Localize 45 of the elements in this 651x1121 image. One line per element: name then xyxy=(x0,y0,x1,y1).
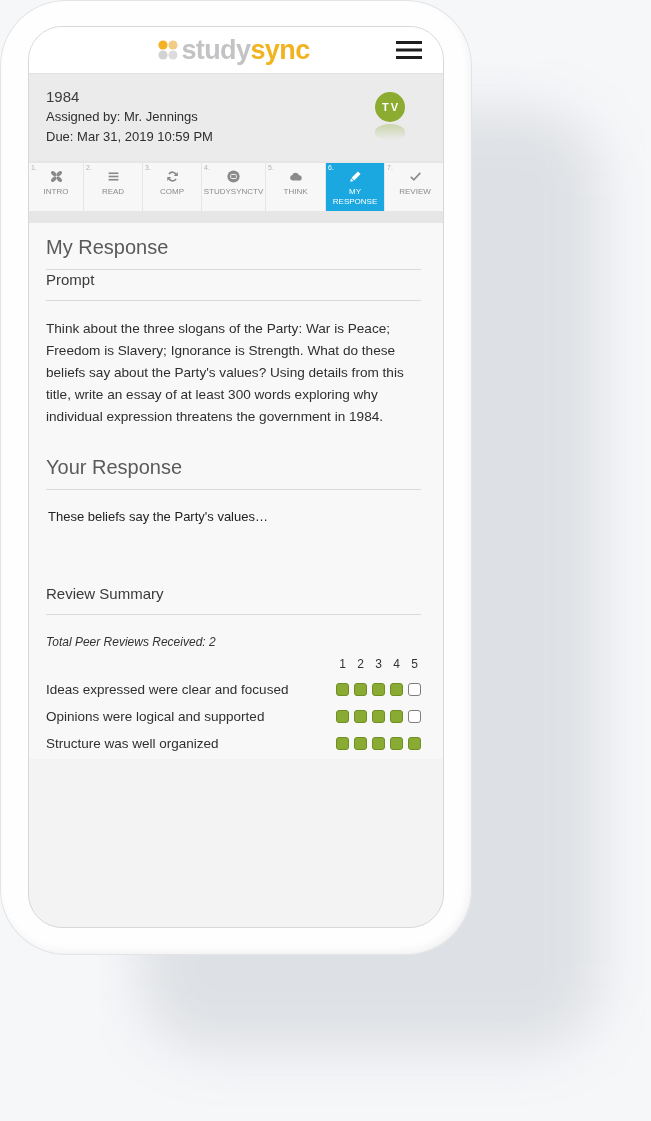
rating-square-icon xyxy=(336,710,349,723)
rating-square-icon xyxy=(408,710,421,723)
pencil-icon xyxy=(348,170,362,183)
tv-button[interactable]: TV xyxy=(375,92,405,122)
scale-number: 1 xyxy=(338,656,347,672)
rating-square-icon xyxy=(408,683,421,696)
rating-square-icon xyxy=(390,683,403,696)
scale-number: 5 xyxy=(410,656,419,672)
check-icon xyxy=(408,170,422,183)
fan-icon xyxy=(49,170,63,183)
criterion-label: Structure was well organized xyxy=(46,734,219,753)
assignment-title: 1984 xyxy=(46,87,81,107)
rating-square-icon xyxy=(336,683,349,696)
page-title: My Response xyxy=(46,235,170,259)
badge-reflection-icon xyxy=(375,124,405,140)
criterion-label: Opinions were logical and supported xyxy=(46,707,265,726)
assigned-by-text: Assigned by: Mr. Jennings xyxy=(46,108,199,126)
rating-square-icon xyxy=(390,710,403,723)
due-date-text: Due: Mar 31, 2019 10:59 PM xyxy=(46,128,213,146)
list-icon xyxy=(106,170,120,183)
scale-number: 3 xyxy=(374,656,383,672)
rating-square-icon xyxy=(372,737,385,750)
rating-square-icon xyxy=(408,737,421,750)
rating-square-icon xyxy=(372,683,385,696)
response-text: These beliefs say the Party's values… xyxy=(48,508,269,526)
cloud-icon xyxy=(289,170,302,183)
scale-number: 2 xyxy=(356,656,365,672)
tv-icon xyxy=(227,170,240,183)
rating-square-icon xyxy=(390,737,403,750)
rating-square-icon xyxy=(354,683,367,696)
prompt-text: Think about the three slogans of the Party: War is Peace; Freedom is Slavery; Ignorance is Strength. What do these beliefs say about the Party's values? Using details from this title, write an essay of at least 300 words exploring why individual expression threatens the government in 1984. xyxy=(46,320,405,426)
rating-square-icon xyxy=(354,737,367,750)
menu-icon[interactable] xyxy=(396,41,422,59)
rating-square-icon xyxy=(372,710,385,723)
review-count-text: Total Peer Reviews Received: 2 xyxy=(46,634,217,650)
rating-square-icon xyxy=(354,710,367,723)
refresh-icon xyxy=(165,170,179,183)
section-title: Your Response xyxy=(46,455,184,479)
section-heading: Review Summary xyxy=(46,584,165,604)
criterion-label: Ideas expressed were clear and focused xyxy=(46,680,289,699)
rating-square-icon xyxy=(336,737,349,750)
section-heading: Prompt xyxy=(46,270,96,290)
logo-dots-icon xyxy=(158,40,179,60)
scale-number: 4 xyxy=(392,656,401,672)
logo-text: studysync xyxy=(181,35,310,65)
